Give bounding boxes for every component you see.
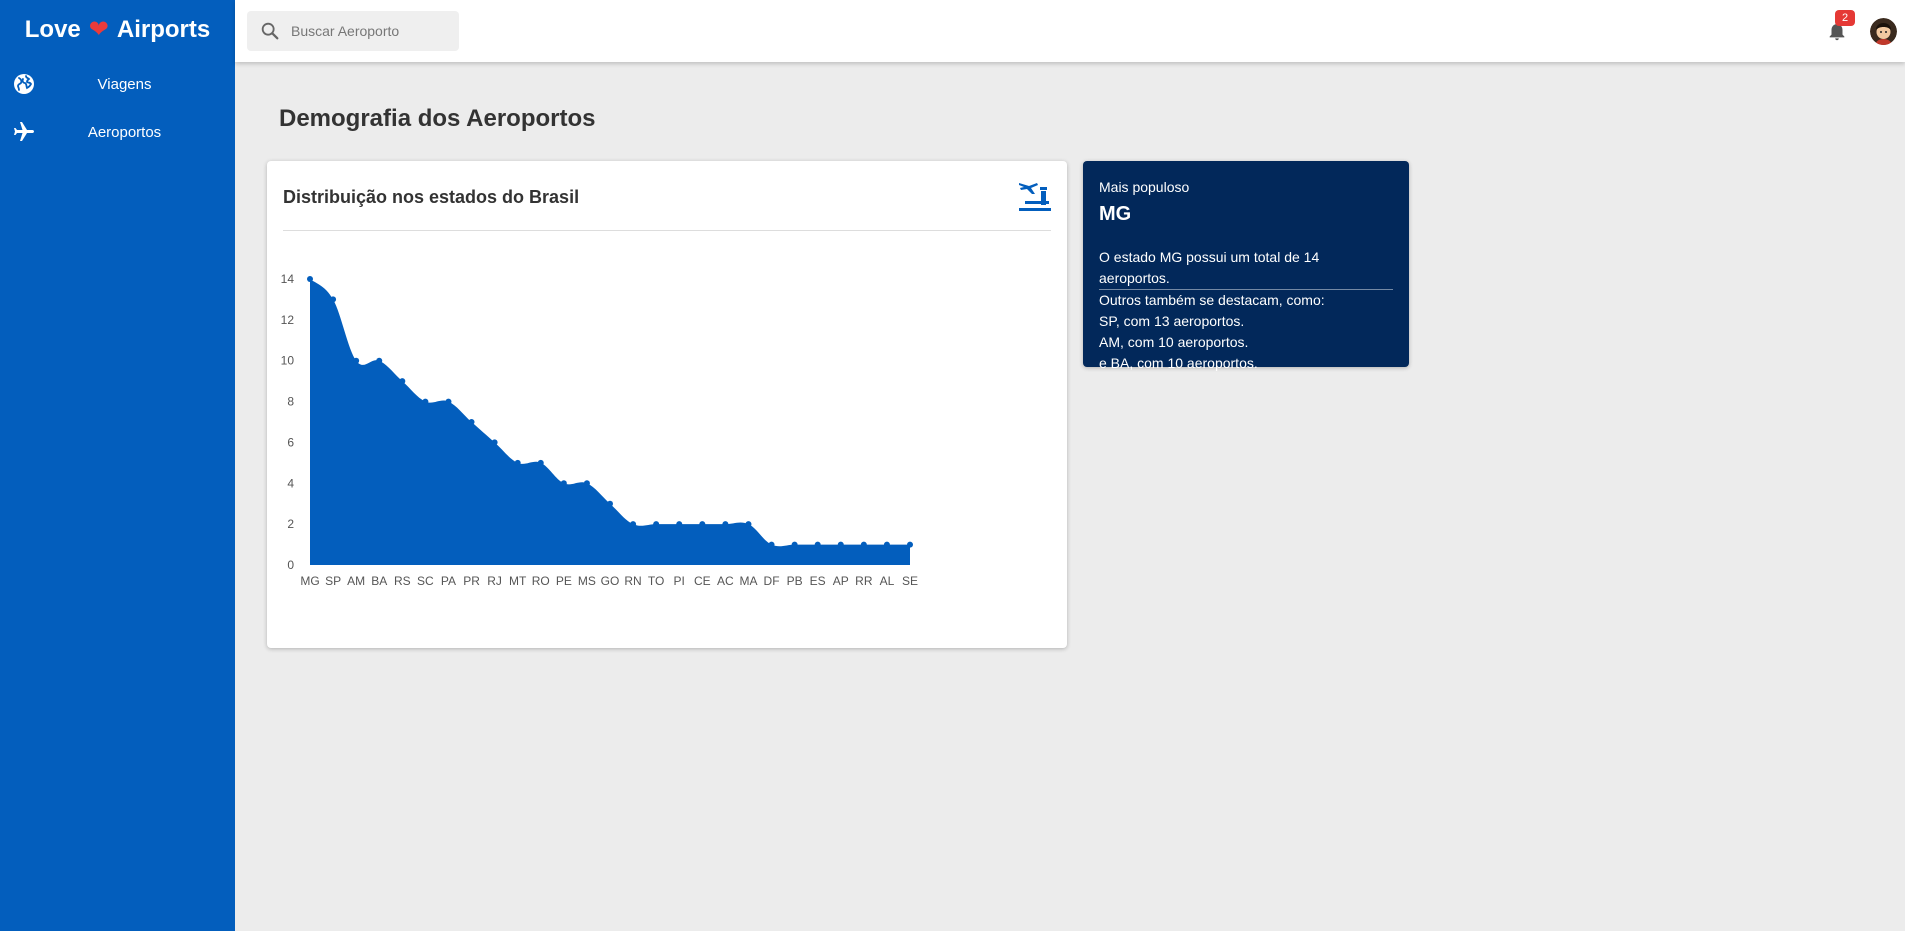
chart-point-ro[interactable]: [537, 459, 544, 466]
chart-point-pe[interactable]: [560, 480, 567, 487]
x-tick-label: RN: [624, 574, 641, 588]
info-line: SP, com 13 aeroportos.: [1099, 313, 1245, 329]
x-tick-label: SE: [902, 574, 918, 588]
distribution-card: Distribuição nos estados do Brasil 0 2 4 6 8…: [267, 161, 1067, 648]
x-tick-label: ES: [810, 574, 826, 588]
sidebar-item-viagens[interactable]: Viagens: [0, 60, 235, 108]
notification-badge: 2: [1835, 10, 1855, 26]
search-box[interactable]: [247, 11, 459, 51]
y-tick-label: 4: [287, 476, 294, 490]
page-title: Demografia dos Aeroportos: [279, 105, 596, 132]
y-tick-label: 0: [287, 558, 294, 572]
logo-text-left: Love: [24, 16, 81, 43]
chart-point-pb[interactable]: [791, 541, 798, 548]
chart-point-to[interactable]: [653, 521, 660, 528]
heart-icon: ❤: [88, 16, 109, 43]
info-line: AM, com 10 aeroportos.: [1099, 334, 1249, 350]
chart-point-mg[interactable]: [307, 276, 313, 282]
search-icon: [261, 22, 279, 40]
x-tick-label: RJ: [487, 574, 502, 588]
info-line: Outros também se destacam, como:: [1099, 292, 1325, 308]
chart-point-go[interactable]: [607, 500, 613, 507]
search-input[interactable]: [289, 22, 453, 40]
x-tick-label: MA: [739, 574, 757, 588]
y-tick-label: 2: [287, 517, 294, 531]
x-tick-label: AM: [347, 574, 365, 588]
sidebar-item-label: Aeroportos: [87, 123, 162, 141]
airport-tower-icon: [1019, 183, 1051, 211]
info-label: Mais populoso: [1099, 179, 1190, 195]
chart-point-sc[interactable]: [422, 398, 429, 405]
chart-point-rr[interactable]: [860, 541, 867, 548]
chart-point-es[interactable]: [814, 541, 821, 548]
chart-point-pi[interactable]: [676, 521, 683, 528]
info-line: O estado MG possui um total de 14 aeropo…: [1099, 247, 1393, 290]
chart-point-ma[interactable]: [745, 521, 752, 528]
x-tick-label: AL: [880, 574, 895, 588]
sidebar: Love ❤ Airports Viagens Aeroportos: [0, 0, 235, 931]
x-tick-label: PE: [556, 574, 572, 588]
chart-point-ba[interactable]: [376, 357, 383, 364]
y-tick-label: 14: [281, 272, 295, 286]
x-tick-label: MS: [578, 574, 596, 588]
x-tick-label: BA: [371, 574, 387, 588]
card-title: Distribuição nos estados do Brasil: [283, 187, 580, 207]
x-tick-label: PR: [463, 574, 480, 588]
area-chart: 0 2 4 6 8 10 12 14 MG SP AM BA RS SC PA PR RJ MT RO PE MS GO R…: [281, 272, 918, 588]
x-tick-label: TO: [648, 574, 664, 588]
y-tick-label: 12: [281, 313, 295, 327]
sidebar-item-aeroportos[interactable]: Aeroportos: [0, 108, 235, 156]
avatar[interactable]: [1870, 18, 1897, 45]
y-tick-label: 10: [281, 354, 295, 368]
info-text: O estado MG possui um total de 14 aeropo…: [1099, 247, 1393, 374]
chart-point-df[interactable]: [768, 541, 775, 548]
x-tick-label: AC: [717, 574, 734, 588]
chart-point-rj[interactable]: [491, 439, 498, 446]
chart-point-rs[interactable]: [399, 378, 406, 385]
chart-point-ms[interactable]: [583, 480, 590, 487]
x-tick-label: MT: [509, 574, 527, 588]
chart-point-pr[interactable]: [468, 419, 475, 425]
chart-point-am[interactable]: [353, 357, 360, 364]
chart-point-al[interactable]: [883, 541, 890, 548]
x-tick-label: GO: [601, 574, 620, 588]
x-tick-label: RS: [394, 574, 411, 588]
airplane-icon: [14, 122, 34, 141]
x-tick-label: PI: [674, 574, 685, 588]
chart-point-mt[interactable]: [514, 459, 521, 466]
x-tick-label: AP: [833, 574, 849, 588]
y-tick-label: 6: [287, 435, 294, 449]
x-tick-label: CE: [694, 574, 711, 588]
x-tick-label: RR: [855, 574, 873, 588]
logo-text-right: Airports: [116, 16, 211, 43]
logo[interactable]: Love ❤ Airports: [0, 0, 235, 60]
chart-point-rn[interactable]: [630, 521, 637, 528]
x-tick-label: PB: [787, 574, 803, 588]
sidebar-item-label: Viagens: [97, 75, 152, 93]
most-populous-card: Mais populoso MG O estado MG possui um t…: [1083, 161, 1409, 371]
chart-point-ac[interactable]: [722, 521, 729, 528]
chart-point-sp[interactable]: [330, 296, 337, 303]
topbar: 2: [235, 0, 1905, 62]
x-tick-label: PA: [441, 574, 456, 588]
chart-point-ce[interactable]: [699, 521, 706, 528]
x-tick-label: SP: [325, 574, 341, 588]
x-tick-label: SC: [417, 574, 434, 588]
chart-point-ap[interactable]: [837, 541, 844, 548]
info-state: MG: [1099, 203, 1132, 225]
x-tick-label: RO: [532, 574, 550, 588]
chart-point-se[interactable]: [907, 541, 913, 548]
x-tick-label: DF: [764, 574, 780, 588]
info-line: e BA, com 10 aeroportos.: [1099, 355, 1258, 371]
chart-point-pa[interactable]: [445, 398, 452, 405]
y-tick-label: 8: [287, 395, 294, 409]
x-tick-label: MG: [300, 574, 319, 588]
globe-icon: [14, 74, 34, 94]
chart-area: [310, 279, 910, 565]
